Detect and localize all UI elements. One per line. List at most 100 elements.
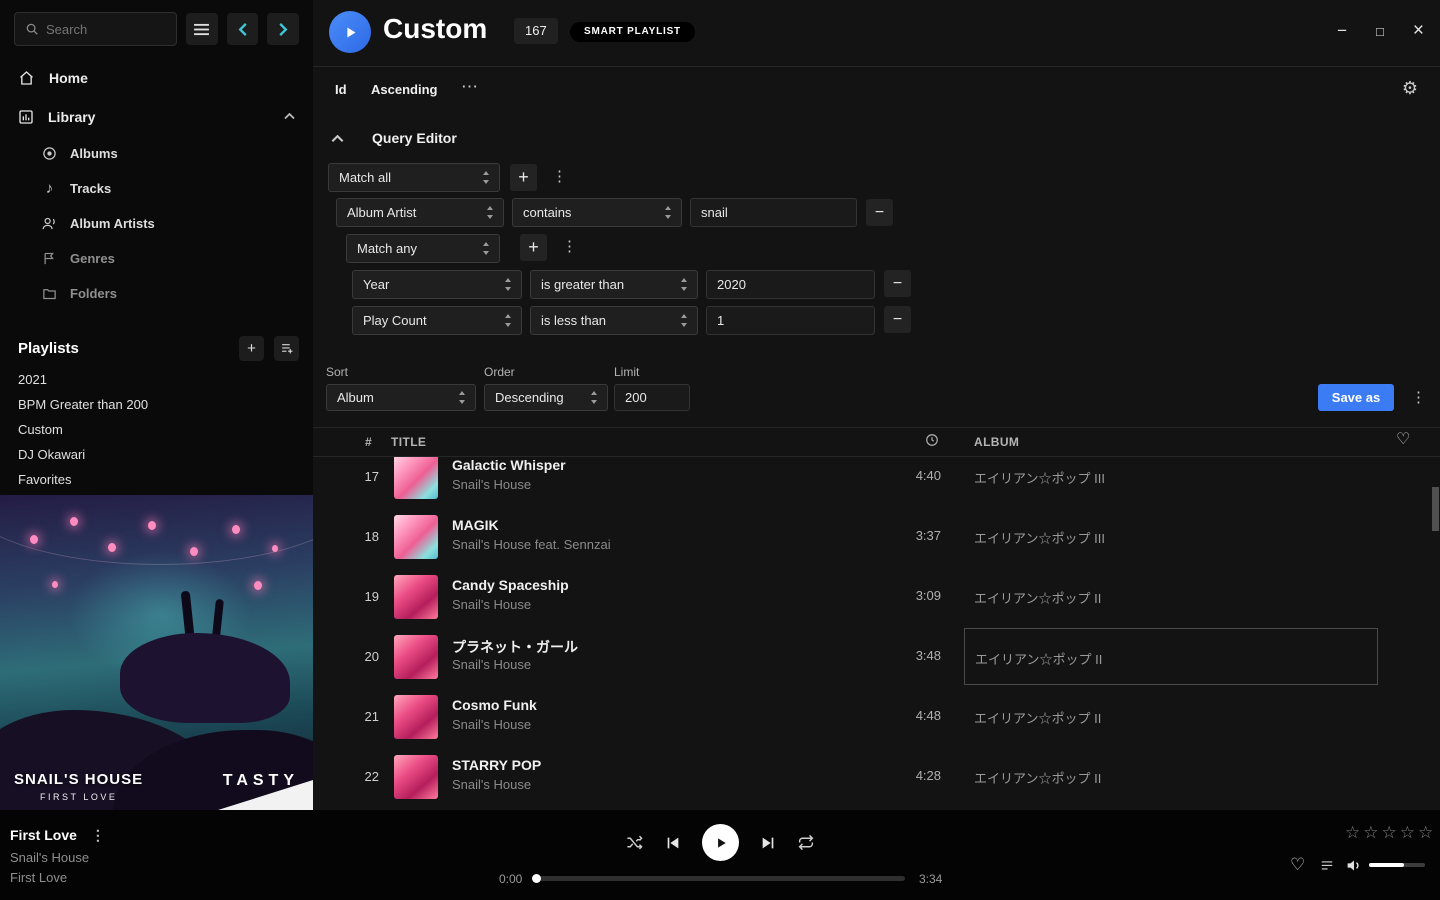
rule-operator-select[interactable]: is less than <box>530 306 698 335</box>
sort-direction-button[interactable]: Ascending <box>371 82 437 97</box>
favorite-button[interactable]: ♡ <box>1290 856 1305 873</box>
rule-field-select[interactable]: Year <box>352 270 522 299</box>
sidebar-item-tracks[interactable]: ♪ Tracks <box>0 171 313 206</box>
next-track-button[interactable] <box>760 835 776 851</box>
star-icon[interactable]: ☆ <box>1418 823 1433 843</box>
match-mode-select[interactable]: Match all <box>328 163 500 192</box>
sort-select[interactable]: Album <box>326 384 476 411</box>
more-options-button[interactable]: ⋯ <box>461 78 478 95</box>
playlist-label: Custom <box>18 422 63 437</box>
table-row[interactable]: 18 MAGIK Snail's House feat. Sennzai 3:3… <box>313 507 1432 567</box>
query-editor-collapse-button[interactable] <box>331 130 344 148</box>
previous-track-button[interactable] <box>665 835 681 851</box>
search-box[interactable] <box>14 12 177 46</box>
scrollbar-thumb[interactable] <box>1432 487 1439 531</box>
seek-bar[interactable] <box>534 876 905 881</box>
table-row[interactable]: 22 STARRY POP Snail's House 4:28 エイリアン☆ポ… <box>313 747 1432 807</box>
flag-icon <box>42 251 57 266</box>
playlist-play-button[interactable] <box>329 11 371 53</box>
match-mode-select[interactable]: Match any <box>346 234 500 263</box>
order-select[interactable]: Descending <box>484 384 608 411</box>
string-lights <box>0 495 313 565</box>
group-menu-button[interactable]: ⋮ <box>552 169 567 184</box>
group-menu-button[interactable]: ⋮ <box>562 239 577 254</box>
sidebar-item-album-artists[interactable]: Album Artists <box>0 206 313 241</box>
repeat-button[interactable] <box>797 834 815 851</box>
playlist-item-bpm[interactable]: BPM Greater than 200 <box>0 392 313 417</box>
now-playing-menu-button[interactable]: ⋮ <box>91 828 105 842</box>
playlist-item-2021[interactable]: 2021 <box>0 367 313 392</box>
window-close-button[interactable]: × <box>1413 20 1424 42</box>
column-number[interactable]: # <box>365 435 372 449</box>
rule-field-select[interactable]: Album Artist <box>336 198 504 227</box>
table-row[interactable]: 17 Galactic Whisper Snail's House 4:40 エ… <box>313 457 1432 507</box>
rule-value-input[interactable] <box>690 198 857 227</box>
playlist-options-button[interactable] <box>274 336 299 361</box>
select-arrows-icon <box>664 206 673 219</box>
star-icon[interactable]: ☆ <box>1400 823 1415 843</box>
favorite-heart-icon[interactable]: ♡ <box>1396 432 1410 448</box>
rule-value-input[interactable] <box>706 270 875 299</box>
star-icon[interactable]: ☆ <box>1382 823 1397 843</box>
playlist-item-custom[interactable]: Custom <box>0 417 313 442</box>
now-playing-artwork[interactable]: SNAIL'S HOUSE FIRST LOVE TASTY <box>0 495 313 810</box>
select-arrows-icon <box>504 278 513 291</box>
table-row[interactable]: 20 プラネット・ガール Snail's House 3:48 エイリアン☆ポッ… <box>313 627 1432 687</box>
lantern <box>30 535 38 544</box>
add-rule-button[interactable]: + <box>510 164 537 191</box>
rule-operator-select[interactable]: contains <box>512 198 682 227</box>
queue-icon[interactable] <box>1319 859 1335 873</box>
column-album[interactable]: ALBUM <box>974 435 1019 449</box>
main-panel: Custom 167 SMART PLAYLIST − □ × Id Ascen… <box>313 0 1440 810</box>
save-as-button[interactable]: Save as <box>1318 384 1394 411</box>
star-icon[interactable]: ☆ <box>1363 823 1378 843</box>
select-arrows-icon <box>482 171 491 184</box>
rule-operator-select[interactable]: is greater than <box>530 270 698 299</box>
volume-slider[interactable] <box>1369 863 1425 867</box>
sidebar-item-folders[interactable]: Folders <box>0 276 313 311</box>
shuffle-button[interactable] <box>625 834 644 851</box>
query-editor-title: Query Editor <box>372 130 457 146</box>
column-title[interactable]: TITLE <box>391 435 426 449</box>
table-row[interactable]: 19 Candy Spaceship Snail's House 3:09 エイ… <box>313 567 1432 627</box>
sidebar-item-genres[interactable]: Genres <box>0 241 313 276</box>
limit-input[interactable] <box>614 384 690 411</box>
play-pause-button[interactable] <box>702 824 739 861</box>
star-icon[interactable]: ☆ <box>1345 823 1360 843</box>
window-minimize-button[interactable]: − <box>1337 21 1347 41</box>
sort-field-button[interactable]: Id <box>335 82 347 97</box>
search-input[interactable] <box>46 22 166 37</box>
remove-rule-button[interactable]: − <box>866 199 893 226</box>
save-menu-button[interactable]: ⋮ <box>1411 390 1426 405</box>
volume-icon[interactable] <box>1345 857 1363 874</box>
rule-value-input[interactable] <box>706 306 875 335</box>
rock <box>120 633 290 723</box>
rule-field-select[interactable]: Play Count <box>352 306 522 335</box>
playlist-item-favorites[interactable]: Favorites <box>0 467 313 492</box>
track-artist: Snail's House <box>452 717 531 732</box>
rating-stars: ☆ ☆ ☆ ☆ ☆ <box>1345 823 1433 843</box>
now-playing-album: First Love <box>10 870 67 885</box>
table-row[interactable]: 21 Cosmo Funk Snail's House 4:48 エイリアン☆ポ… <box>313 687 1432 747</box>
back-button[interactable] <box>227 13 259 45</box>
lantern <box>190 547 198 556</box>
remove-rule-button[interactable]: − <box>884 306 911 333</box>
album-cell-focused[interactable]: エイリアン☆ポップ II <box>964 628 1378 685</box>
add-playlist-button[interactable]: + <box>239 336 264 361</box>
settings-gear-icon[interactable]: ⚙ <box>1402 79 1418 97</box>
playlist-item-dj-okawari[interactable]: DJ Okawari <box>0 442 313 467</box>
sidebar-item-library[interactable]: Library <box>0 97 313 136</box>
remove-rule-button[interactable]: − <box>884 270 911 297</box>
menu-button[interactable] <box>186 13 218 45</box>
seek-handle[interactable] <box>532 874 541 883</box>
window-maximize-button[interactable]: □ <box>1376 24 1384 39</box>
sidebar-item-albums[interactable]: Albums <box>0 136 313 171</box>
duration-clock-icon[interactable] <box>925 433 939 447</box>
repeat-icon <box>797 834 815 851</box>
add-rule-button[interactable]: + <box>520 234 547 261</box>
elapsed-time: 0:00 <box>499 872 522 886</box>
forward-button[interactable] <box>267 13 299 45</box>
select-value: Album Artist <box>347 205 480 220</box>
sidebar-item-home[interactable]: Home <box>0 58 313 97</box>
chevron-left-icon <box>238 22 248 37</box>
